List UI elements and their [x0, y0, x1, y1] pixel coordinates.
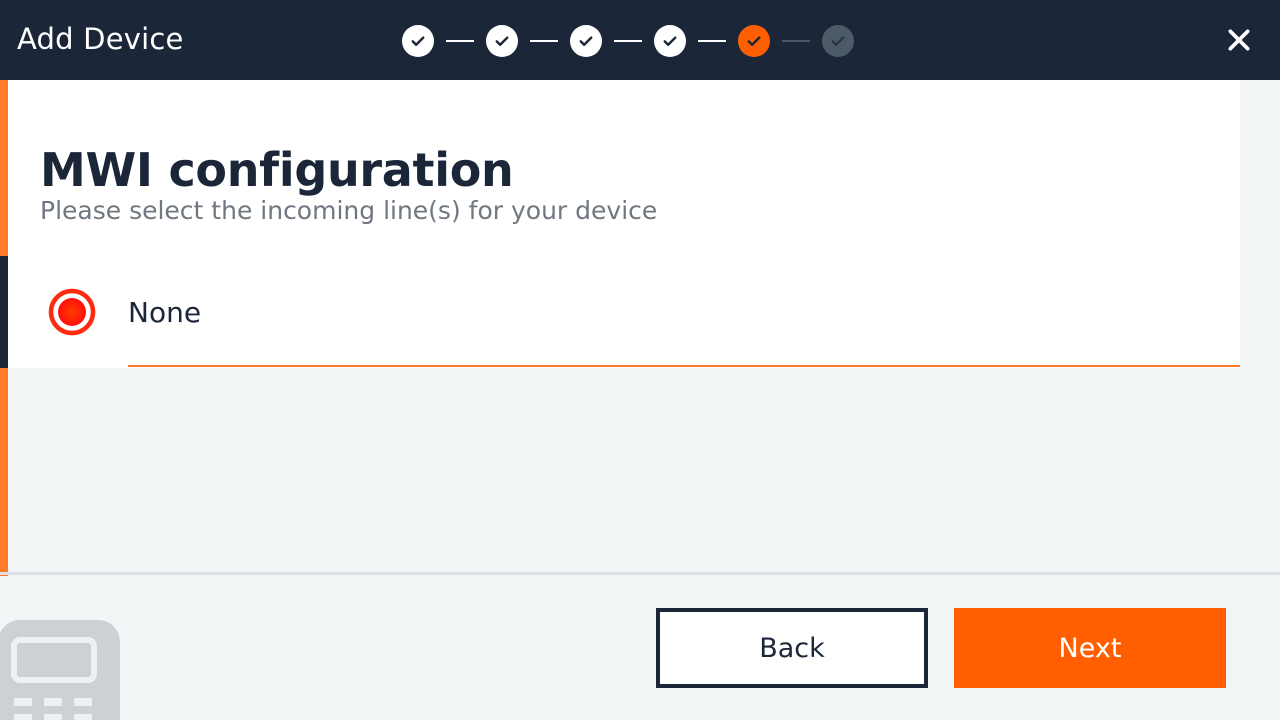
- back-button[interactable]: Back: [656, 608, 928, 688]
- step-connector: [614, 39, 642, 42]
- next-button[interactable]: Next: [954, 608, 1226, 688]
- check-icon: [831, 35, 845, 46]
- phone-device-icon: [0, 620, 120, 720]
- step-connector: [530, 39, 558, 42]
- step-3: [570, 24, 602, 57]
- page-title: MWI configuration: [40, 143, 514, 197]
- option-none[interactable]: None: [8, 256, 1240, 368]
- step-connector: [782, 39, 810, 42]
- check-icon: [411, 35, 425, 46]
- check-icon: [579, 35, 593, 46]
- step-6-pending: [822, 24, 854, 57]
- check-icon: [495, 35, 509, 46]
- window-title: Add Device: [17, 22, 184, 56]
- page-subtitle: Please select the incoming line(s) for y…: [40, 196, 658, 225]
- step-connector: [446, 39, 474, 42]
- selected-row-indicator: [0, 256, 8, 368]
- option-divider: [128, 365, 1240, 367]
- progress-stepper: [402, 24, 854, 57]
- close-button[interactable]: [1220, 21, 1258, 59]
- header-bar: Add Device: [0, 0, 1280, 80]
- check-icon: [747, 35, 761, 46]
- footer-divider: [0, 572, 1280, 575]
- radio-selected-icon[interactable]: [48, 288, 96, 336]
- step-5-current: [738, 24, 770, 57]
- close-icon: [1228, 29, 1250, 51]
- option-label: None: [128, 296, 202, 329]
- step-1: [402, 24, 434, 57]
- check-icon: [663, 35, 677, 46]
- step-connector: [698, 39, 726, 42]
- step-4: [654, 24, 686, 57]
- step-2: [486, 24, 518, 57]
